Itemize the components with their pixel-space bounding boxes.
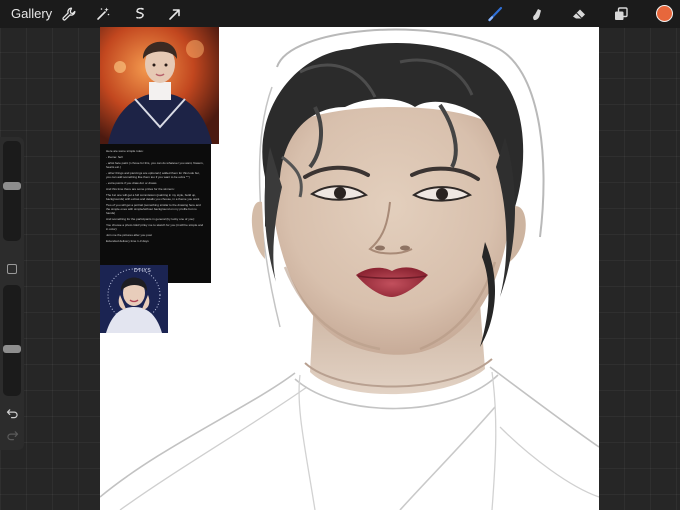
wrench-icon[interactable] (60, 5, 78, 23)
opacity-thumb[interactable] (3, 345, 21, 353)
opacity-slider[interactable] (3, 285, 21, 396)
reference-rules-line: And this time there are some prizes for … (106, 187, 175, 191)
reference-rules-line: The 1st one will get a full commission (… (106, 193, 200, 201)
reference-photo-dtiys[interactable]: DTIYS (100, 265, 168, 333)
left-sidebar (0, 137, 24, 450)
reference-photo-dtiys-image (100, 265, 168, 333)
reference-photo[interactable] (100, 27, 219, 144)
reference-rules-line: You choose a photo /idol/ pinky me to sk… (106, 223, 204, 231)
reference-rules-line: Join me the pictures after you post (106, 233, 152, 237)
brush-icon[interactable] (486, 5, 504, 23)
selection-icon[interactable] (131, 5, 149, 23)
reference-rules-line: And something for the participants in ge… (106, 217, 195, 221)
reference-rules-text[interactable]: Here are some simple rules: - theme: hell… (100, 144, 211, 283)
reference-rules-line: Extended delivery time 1-3 days (106, 239, 149, 243)
reference-rules-line: - theme: hell (106, 155, 123, 159)
redo-icon[interactable] (5, 429, 19, 441)
eraser-icon[interactable] (570, 5, 588, 23)
transform-arrow-icon[interactable] (166, 5, 184, 23)
dtiys-caption: DTIYS (134, 268, 152, 274)
reference-rules-line: - extra points if you draw dcc or draws (106, 181, 157, 185)
layers-icon[interactable] (612, 5, 630, 23)
undo-icon[interactable] (5, 407, 19, 419)
magic-wand-icon[interactable] (94, 5, 112, 23)
smudge-icon[interactable] (528, 5, 546, 23)
brush-size-slider[interactable] (3, 141, 21, 241)
reference-rules-line: - artist face paint (i chose for this, y… (106, 161, 205, 169)
gallery-button[interactable]: Gallery (11, 6, 52, 21)
reference-photo-image (100, 27, 219, 144)
modify-button[interactable] (7, 264, 17, 274)
color-picker-button[interactable] (656, 5, 673, 22)
reference-rules-line: - other things and piercings are optiona… (106, 171, 201, 179)
reference-rules-line: Two of you will get a portrait (somethin… (106, 203, 202, 215)
top-toolbar: Gallery (0, 0, 680, 28)
reference-rules-line: Here are some simple rules: (106, 149, 144, 153)
brush-size-thumb[interactable] (3, 182, 21, 190)
